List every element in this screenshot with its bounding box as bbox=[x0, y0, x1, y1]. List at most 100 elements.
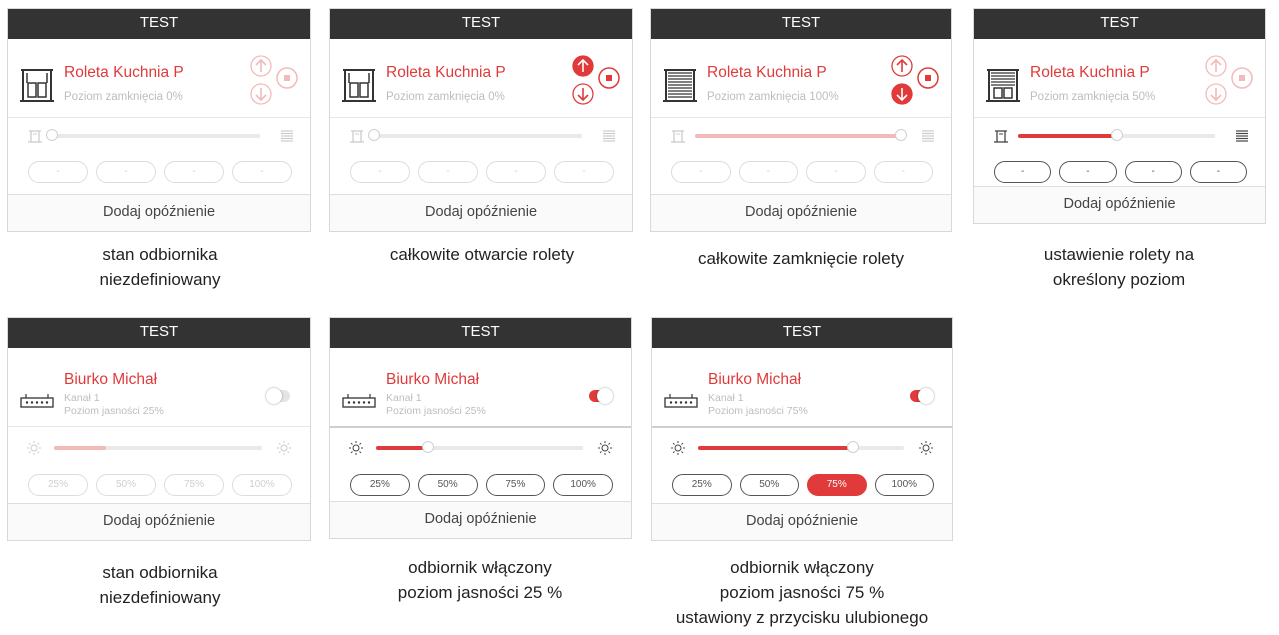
brightness-low-icon bbox=[27, 441, 41, 455]
blind-closed-icon bbox=[603, 130, 615, 142]
favorite-level-button[interactable]: - bbox=[738, 161, 798, 183]
favorite-level-button[interactable]: 25% bbox=[28, 474, 88, 496]
toggle-knob bbox=[918, 388, 934, 404]
blind-screen: TEST Roleta Kuchnia P Poziom zamknięcia 0%… bbox=[329, 8, 633, 232]
caption-line: stan odbiornika bbox=[102, 563, 218, 582]
stop-icon[interactable] bbox=[276, 67, 298, 89]
slider-handle[interactable] bbox=[368, 129, 380, 141]
favorite-level-button[interactable]: - bbox=[232, 161, 292, 183]
favorite-level-button[interactable]: - bbox=[486, 161, 546, 183]
caption-line: całkowite zamknięcie rolety bbox=[698, 249, 904, 268]
caption-line: odbiornik włączony bbox=[408, 558, 552, 577]
arrow-up-icon[interactable] bbox=[891, 55, 913, 77]
favorite-level-button[interactable]: - bbox=[164, 161, 224, 183]
favorite-level-button[interactable]: - bbox=[418, 161, 478, 183]
slider-fill bbox=[376, 446, 428, 450]
slider-fill bbox=[695, 134, 901, 138]
favorite-level-button[interactable]: - bbox=[873, 161, 933, 183]
add-delay-button[interactable]: Dodaj opóźnienie bbox=[8, 503, 310, 540]
caption-line: całkowite otwarcie rolety bbox=[389, 245, 575, 264]
add-delay-button[interactable]: Dodaj opóźnienie bbox=[651, 194, 951, 231]
add-delay-button[interactable]: Dodaj opóźnienie bbox=[330, 194, 632, 231]
device-name: Biurko Michał bbox=[708, 371, 802, 388]
slider-handle[interactable] bbox=[421, 441, 434, 453]
arrow-down-icon[interactable] bbox=[1205, 83, 1227, 105]
brightness-high-icon bbox=[277, 441, 291, 455]
device-name: Biurko Michał bbox=[386, 371, 480, 388]
add-delay-button[interactable]: Dodaj opóźnienie bbox=[652, 503, 952, 540]
slider-handle[interactable] bbox=[895, 129, 907, 141]
favorite-level-button[interactable]: 50% bbox=[739, 474, 799, 496]
slider-fill bbox=[1018, 134, 1117, 138]
device-channel: Kanał 1 bbox=[386, 392, 422, 404]
add-delay-button[interactable]: Dodaj opóźnienie bbox=[330, 501, 631, 538]
arrow-down-icon[interactable] bbox=[891, 83, 913, 105]
add-delay-button[interactable]: Dodaj opóźnienie bbox=[8, 194, 310, 231]
blind-screen: TEST Roleta Kuchnia P Poziom zamknięcia 50… bbox=[973, 8, 1266, 224]
power-toggle[interactable] bbox=[910, 388, 934, 404]
blind-closed-icon bbox=[281, 130, 293, 142]
caption-line: ustawienie rolety na bbox=[1043, 245, 1195, 264]
favorite-level-button[interactable]: - bbox=[994, 161, 1052, 183]
favorite-level-button[interactable]: - bbox=[806, 161, 866, 183]
brightness-high-icon bbox=[598, 441, 612, 455]
stop-icon[interactable] bbox=[1231, 67, 1253, 89]
toggle-knob bbox=[266, 388, 282, 404]
favorite-level-button[interactable]: - bbox=[28, 161, 88, 183]
level-slider[interactable] bbox=[46, 129, 260, 141]
arrow-up-icon[interactable] bbox=[572, 55, 594, 77]
favorite-level-button[interactable]: 100% bbox=[874, 474, 934, 496]
favorite-level-button[interactable]: - bbox=[671, 161, 731, 183]
favorite-level-button[interactable]: - bbox=[1059, 161, 1117, 183]
favorite-level-button[interactable]: 75% bbox=[807, 474, 867, 496]
app-header-title: TEST bbox=[651, 9, 951, 39]
brightness-slider[interactable] bbox=[698, 441, 904, 453]
power-toggle[interactable] bbox=[266, 388, 290, 404]
favorite-level-button[interactable]: - bbox=[554, 161, 614, 183]
favorite-level-button[interactable]: - bbox=[350, 161, 410, 183]
caption-line: niezdefiniowany bbox=[99, 588, 221, 607]
favorite-level-button[interactable]: - bbox=[96, 161, 156, 183]
screen-caption: odbiornik włączony poziom jasności 75 % us… bbox=[632, 555, 972, 630]
favorite-level-button[interactable]: 50% bbox=[96, 474, 156, 496]
level-slider[interactable] bbox=[695, 129, 907, 141]
level-slider[interactable] bbox=[1018, 129, 1215, 141]
slider-handle[interactable] bbox=[1110, 129, 1123, 141]
favorite-level-button[interactable]: - bbox=[1189, 161, 1247, 183]
caption-line: odbiornik włączony bbox=[730, 558, 874, 577]
stop-icon[interactable] bbox=[598, 67, 620, 89]
device-channel: Kanał 1 bbox=[64, 392, 100, 404]
favorite-level-button[interactable]: 25% bbox=[350, 474, 410, 496]
led-strip-icon bbox=[664, 394, 698, 408]
level-slider[interactable] bbox=[368, 129, 582, 141]
arrow-down-icon[interactable] bbox=[572, 83, 594, 105]
device-status: Poziom jasności 25% bbox=[64, 405, 164, 417]
blind-closed-icon bbox=[1236, 130, 1248, 142]
favorite-level-button[interactable]: 25% bbox=[672, 474, 732, 496]
slider-handle[interactable] bbox=[846, 441, 859, 453]
favorite-level-button[interactable]: 100% bbox=[232, 474, 292, 496]
favorite-level-button[interactable]: 50% bbox=[417, 474, 478, 496]
favorite-level-button[interactable]: 75% bbox=[485, 474, 546, 496]
stop-icon[interactable] bbox=[917, 67, 939, 89]
arrow-down-icon[interactable] bbox=[250, 83, 272, 105]
arrow-up-icon[interactable] bbox=[1205, 55, 1227, 77]
screen-caption: całkowite zamknięcie rolety bbox=[631, 246, 971, 271]
favorite-level-button[interactable]: - bbox=[1124, 161, 1182, 183]
slider-handle[interactable] bbox=[46, 129, 58, 141]
device-status: Poziom zamknięcia 50% bbox=[1030, 91, 1156, 103]
led-strip-icon bbox=[20, 394, 54, 408]
arrow-up-icon[interactable] bbox=[250, 55, 272, 77]
brightness-slider[interactable] bbox=[54, 446, 262, 450]
power-toggle[interactable] bbox=[589, 388, 613, 404]
brightness-low-icon bbox=[349, 441, 363, 455]
divider bbox=[652, 426, 952, 428]
favorite-level-button[interactable]: 75% bbox=[164, 474, 224, 496]
device-name: Roleta Kuchnia P bbox=[64, 64, 184, 81]
add-delay-button[interactable]: Dodaj opóźnienie bbox=[974, 186, 1265, 223]
screen-caption: stan odbiornika niezdefiniowany bbox=[0, 560, 330, 610]
favorite-level-button[interactable]: 100% bbox=[553, 474, 613, 496]
blind-open-icon bbox=[350, 130, 364, 143]
app-header-title: TEST bbox=[974, 9, 1265, 39]
brightness-slider[interactable] bbox=[376, 441, 583, 453]
